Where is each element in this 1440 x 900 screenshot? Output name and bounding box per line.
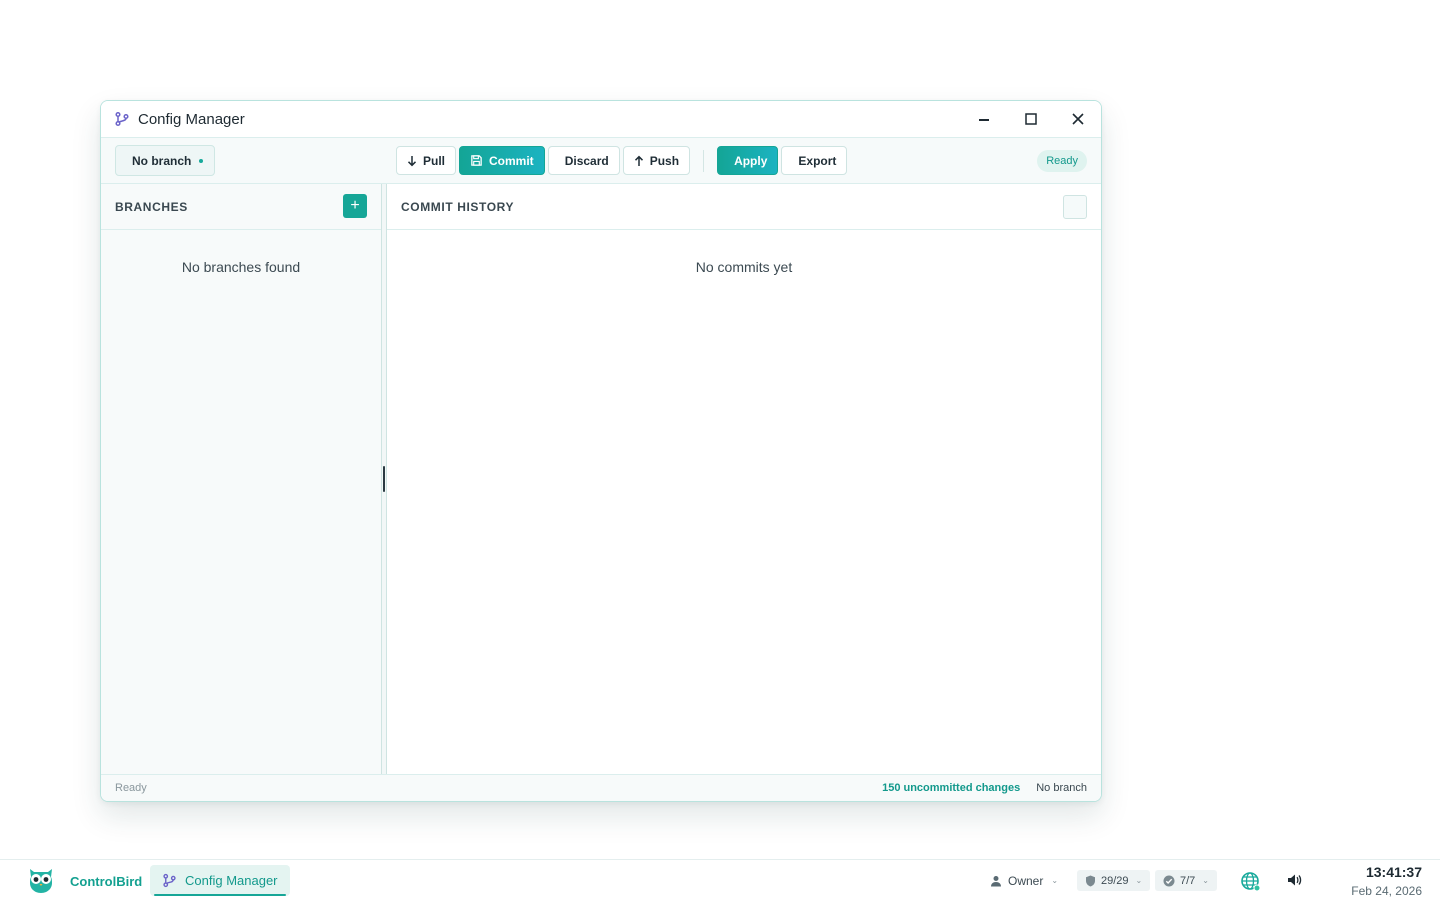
check-circle-icon xyxy=(1163,875,1175,886)
clock-date: Feb 24, 2026 xyxy=(1351,884,1422,898)
git-actions-group: Pull Commit Discard Push Apply Export xyxy=(396,146,848,175)
commit-history-header: COMMIT HISTORY xyxy=(387,184,1101,230)
maximize-button[interactable] xyxy=(1007,101,1054,137)
arrow-down-icon xyxy=(407,155,417,166)
taskbar-app-label: Config Manager xyxy=(185,873,278,888)
commit-button[interactable]: Commit xyxy=(459,146,545,175)
owner-label: Owner xyxy=(1008,873,1044,888)
window-title: Config Manager xyxy=(138,110,245,128)
toolbar: No branch Pull Commit Discard Push Apply… xyxy=(101,138,1101,184)
status-bar: Ready 150 uncommitted changes No branch xyxy=(101,774,1101,801)
status-bar-branch-label: No branch xyxy=(1036,782,1087,794)
status-badge: Ready xyxy=(1037,150,1087,172)
apply-button[interactable]: Apply xyxy=(717,146,779,175)
git-branch-icon xyxy=(114,111,130,127)
branch-status-dot xyxy=(199,158,204,163)
uncommitted-changes-count[interactable]: 150 uncommitted changes xyxy=(882,782,1020,794)
title-bar[interactable]: Config Manager xyxy=(101,101,1101,138)
commit-history-panel: COMMIT HISTORY No commits yet xyxy=(387,184,1101,774)
minimize-button[interactable] xyxy=(960,101,1007,137)
window-controls xyxy=(960,101,1101,137)
minimize-icon xyxy=(978,119,989,121)
taskbar-brand[interactable]: ControlBird xyxy=(70,874,142,889)
config-manager-window: Config Manager No branch Pull Commit Dis… xyxy=(100,100,1102,802)
push-button[interactable]: Push xyxy=(622,146,691,175)
taskbar: ControlBird Config Manager Owner ⌄ 29/29… xyxy=(0,859,1440,900)
clock-time: 13:41:37 xyxy=(1365,864,1422,880)
push-button-label: Push xyxy=(649,153,680,168)
branches-empty-state: No branches found xyxy=(181,259,301,275)
check-count: 7/7 xyxy=(1180,874,1196,887)
chevron-down-icon: ⌄ xyxy=(1135,876,1143,885)
status-bar-branch: No branch xyxy=(1034,782,1087,794)
branches-panel-title: BRANCHES xyxy=(115,199,188,214)
commits-empty-state: No commits yet xyxy=(695,259,793,275)
owl-logo-icon[interactable] xyxy=(25,863,57,895)
plus-icon: + xyxy=(350,197,360,214)
add-branch-button[interactable]: + xyxy=(343,194,367,218)
shield-icon xyxy=(1086,875,1095,886)
splitter-grip[interactable] xyxy=(383,466,385,492)
owner-menu[interactable]: Owner ⌄ xyxy=(990,870,1058,891)
status-bar-state: Ready xyxy=(115,782,147,794)
toolbar-divider xyxy=(703,149,705,172)
discard-button-label: Discard xyxy=(564,153,609,168)
save-icon xyxy=(471,155,482,166)
branches-panel-header: BRANCHES + xyxy=(101,184,381,230)
pull-button[interactable]: Pull xyxy=(396,146,457,175)
branch-selector[interactable]: No branch xyxy=(115,145,216,176)
network-globe-icon[interactable] xyxy=(1239,870,1261,892)
git-branch-icon xyxy=(163,873,176,888)
history-action-button[interactable] xyxy=(1063,195,1087,219)
shield-status-chip[interactable]: 29/29 ⌄ xyxy=(1077,870,1151,891)
branches-panel: BRANCHES + No branches found xyxy=(101,184,381,774)
commit-history-title: COMMIT HISTORY xyxy=(401,199,515,214)
discard-button[interactable]: Discard xyxy=(547,146,620,175)
commit-button-label: Commit xyxy=(489,153,534,168)
arrow-up-icon xyxy=(634,155,643,166)
apply-button-label: Apply xyxy=(734,153,768,168)
pull-button-label: Pull xyxy=(423,153,446,168)
check-status-chip[interactable]: 7/7 ⌄ xyxy=(1155,870,1217,891)
export-button[interactable]: Export xyxy=(781,146,848,175)
taskbar-app-config-manager[interactable]: Config Manager xyxy=(150,865,290,896)
chevron-down-icon: ⌄ xyxy=(1051,876,1059,885)
export-button-label: Export xyxy=(798,153,837,168)
user-icon xyxy=(991,875,1001,886)
branch-selector-label: No branch xyxy=(132,153,192,168)
active-app-indicator xyxy=(154,894,286,896)
shield-count: 29/29 xyxy=(1101,874,1129,887)
close-button[interactable] xyxy=(1054,101,1101,137)
maximize-icon xyxy=(1024,113,1037,125)
close-icon xyxy=(1071,113,1084,125)
chevron-down-icon: ⌄ xyxy=(1202,876,1209,885)
volume-icon[interactable] xyxy=(1286,872,1302,888)
